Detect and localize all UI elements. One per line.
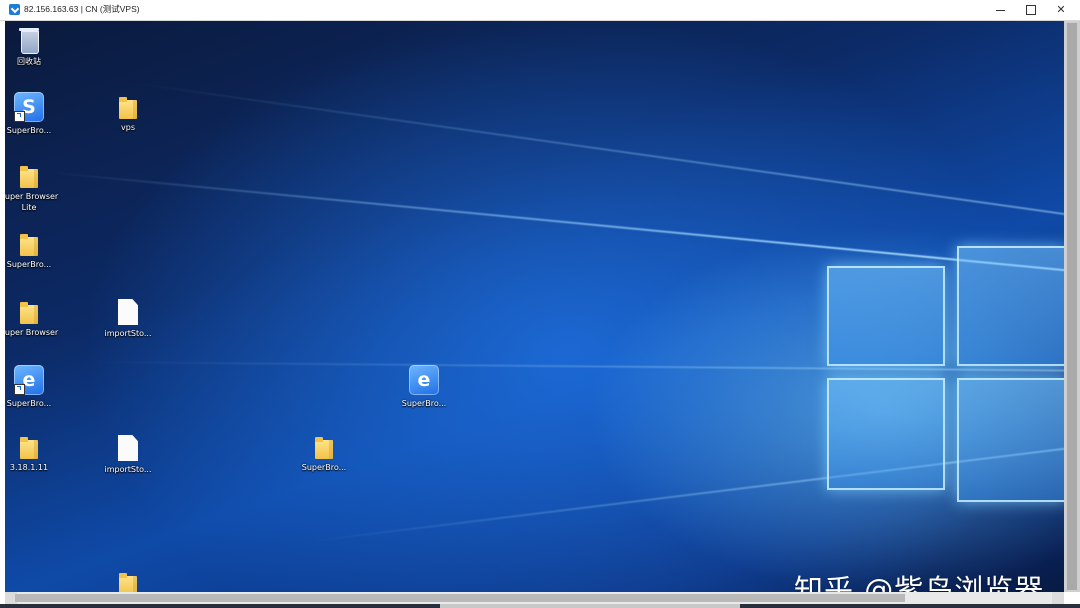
icon-label: Super Browser xyxy=(5,328,59,337)
recycle-bin-icon[interactable]: 回收站 xyxy=(5,27,59,67)
superbrowser-shortcut-icon-2[interactable]: e SuperBro... xyxy=(5,365,59,409)
folder-icon xyxy=(119,97,137,119)
scroll-right-button[interactable] xyxy=(1052,592,1064,604)
window-title: 82.156.163.63 | CN (测试VPS) xyxy=(24,4,140,14)
file-icon-importsto-2[interactable]: importSto... xyxy=(98,435,158,475)
host-taskbar-item xyxy=(440,604,740,608)
icon-label: importSto... xyxy=(104,329,152,338)
windows-logo-pane xyxy=(827,266,945,366)
file-icon-importsto[interactable]: importSto... xyxy=(98,299,158,339)
folder-icon-3-18-1-11[interactable]: 3.18.1.11 xyxy=(5,437,59,473)
close-button[interactable]: ✕ xyxy=(1046,0,1076,20)
icon-label: 回收站 xyxy=(17,57,41,66)
superbrowser-logo-icon: S xyxy=(14,92,44,122)
icon-label: importSto... xyxy=(104,465,152,474)
wallpaper-beam xyxy=(124,81,1064,220)
zhihu-watermark: 知乎 @紫鸟浏览器 xyxy=(794,573,1045,592)
file-icon xyxy=(118,435,138,461)
wallpaper-beam xyxy=(305,445,1064,543)
folder-icon xyxy=(20,234,38,256)
icon-label: SuperBro... xyxy=(301,463,347,472)
folder-icon-superbro-2[interactable]: SuperBro... xyxy=(294,437,354,473)
icon-label: Super Browser Lite xyxy=(5,192,59,212)
remote-desktop-icon xyxy=(9,4,20,15)
maximize-button[interactable] xyxy=(1016,0,1046,20)
wallpaper-beam xyxy=(44,171,1064,275)
horizontal-scrollbar[interactable] xyxy=(5,592,1064,604)
icon-label: SuperBro... xyxy=(6,399,52,408)
folder-icon xyxy=(315,437,333,459)
windows-logo-pane xyxy=(957,246,1064,366)
icon-label: SuperBro... xyxy=(6,126,52,135)
windows-logo-pane xyxy=(827,378,945,490)
file-icon xyxy=(118,299,138,325)
folder-icon-vps[interactable]: vps xyxy=(98,97,158,133)
vertical-scrollbar[interactable] xyxy=(1064,21,1080,592)
superbrowser-app-icon[interactable]: e SuperBro... xyxy=(394,365,454,409)
horizontal-scroll-thumb[interactable] xyxy=(15,594,905,602)
recycle-bin-glyph xyxy=(18,27,40,54)
icon-label: vps xyxy=(121,123,135,132)
folder-icon-bottom[interactable] xyxy=(98,573,158,592)
folder-icon-superbro[interactable]: SuperBro... xyxy=(5,234,59,270)
icon-label: SuperBro... xyxy=(6,260,52,269)
folder-icon xyxy=(119,573,137,592)
folder-icon xyxy=(20,302,38,324)
icon-label: 3.18.1.11 xyxy=(9,463,49,472)
superbrowser-logo-icon: e xyxy=(409,365,439,395)
windows-logo-pane xyxy=(957,378,1064,502)
rdp-window: 82.156.163.63 | CN (测试VPS) ✕ 回收站 S Super… xyxy=(0,0,1080,608)
minimize-button[interactable] xyxy=(986,0,1016,20)
host-taskbar-strip xyxy=(0,604,1080,608)
vertical-scroll-thumb[interactable] xyxy=(1067,23,1077,590)
folder-icon xyxy=(20,166,38,188)
superbrowser-shortcut-icon[interactable]: S SuperBro... xyxy=(5,92,59,136)
folder-icon-super-browser-lite[interactable]: Super Browser Lite xyxy=(5,166,59,213)
icon-label: SuperBro... xyxy=(401,399,447,408)
remote-desktop[interactable]: 回收站 S SuperBro... vps Super Browser Lite… xyxy=(5,21,1064,592)
folder-icon xyxy=(20,437,38,459)
title-bar[interactable]: 82.156.163.63 | CN (测试VPS) ✕ xyxy=(0,0,1080,21)
folder-icon-super-browser[interactable]: Super Browser xyxy=(5,302,59,338)
superbrowser-logo-icon: e xyxy=(14,365,44,395)
